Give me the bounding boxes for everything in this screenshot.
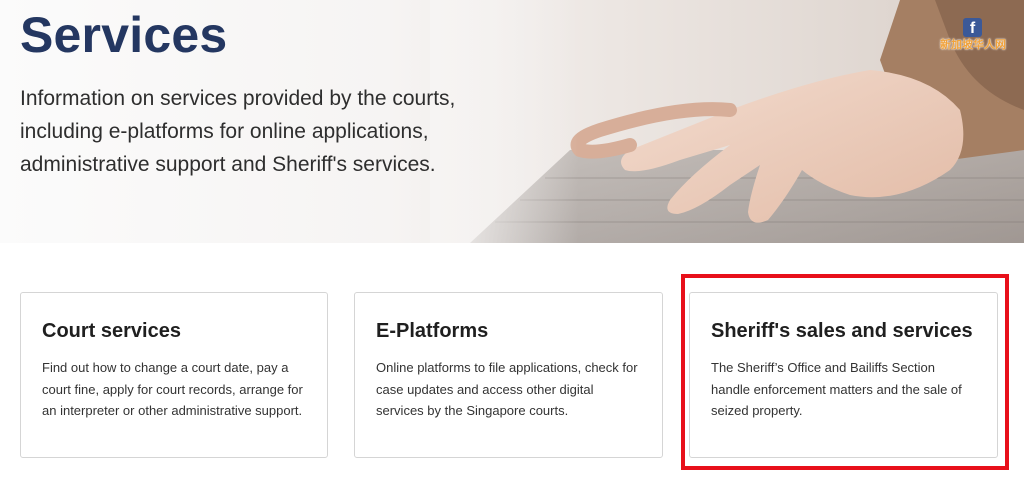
card-title[interactable]: Sheriff's sales and services: [711, 319, 977, 343]
facebook-icon[interactable]: f: [963, 18, 982, 37]
card-title[interactable]: Court services: [42, 319, 307, 343]
page-intro: Information on services provided by the …: [20, 87, 456, 176]
facebook-badge[interactable]: f 新加坡华人网: [936, 18, 1010, 56]
page-title: Services: [20, 7, 228, 63]
e-platforms-card[interactable]: E-Platforms Online platforms to file app…: [354, 292, 663, 458]
typing-hands-image: [430, 0, 1024, 243]
card-title[interactable]: E-Platforms: [376, 319, 642, 343]
card-description: Online platforms to file applications, c…: [376, 360, 638, 418]
court-services-card[interactable]: Court services Find out how to change a …: [20, 292, 328, 458]
card-description: Find out how to change a court date, pay…: [42, 360, 303, 418]
badge-text: 新加坡华人网: [940, 38, 1006, 51]
sheriffs-sales-card[interactable]: Sheriff's sales and services The Sheriff…: [689, 292, 998, 458]
card-description: The Sheriff’s Office and Bailiffs Sectio…: [711, 360, 962, 418]
